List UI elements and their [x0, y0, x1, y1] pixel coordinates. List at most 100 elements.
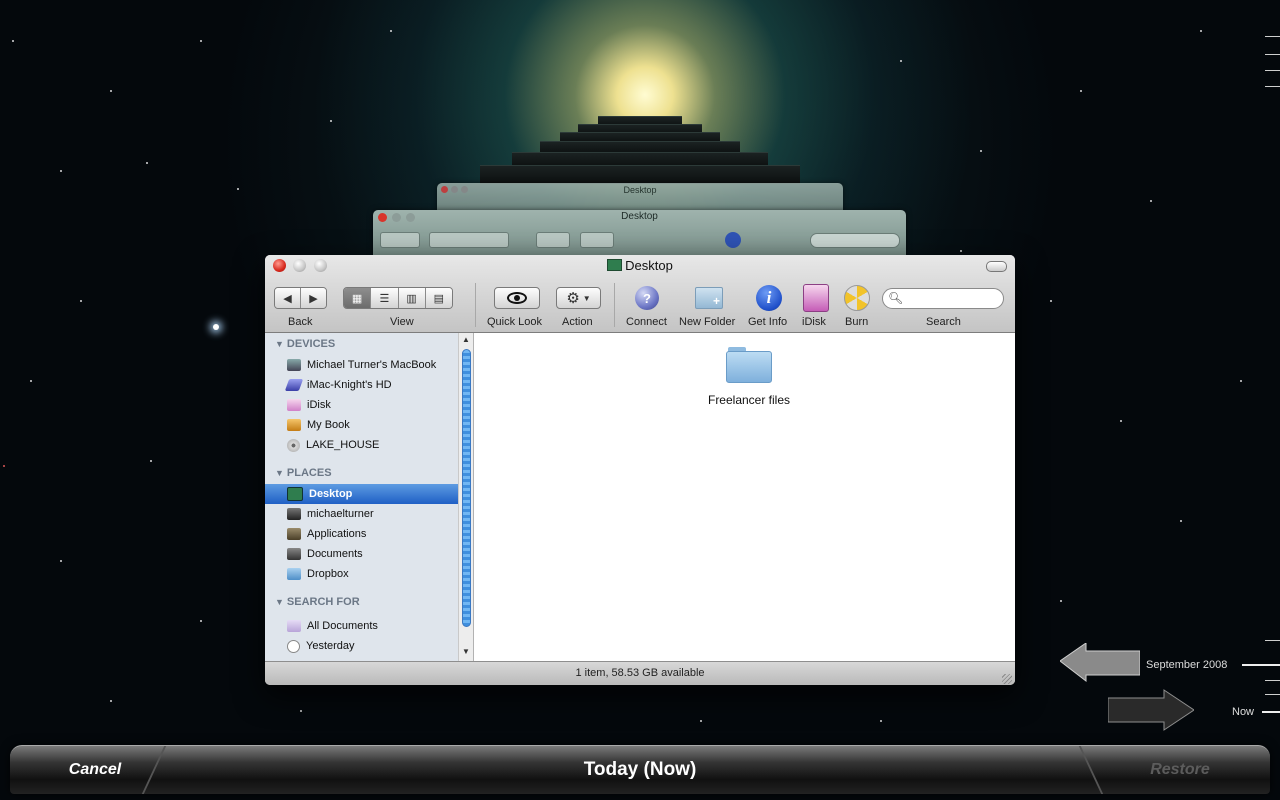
background-finder-window-far[interactable]: Desktop	[437, 183, 843, 213]
sidebar-item-documents[interactable]: Documents	[265, 544, 458, 564]
eye-icon	[507, 292, 527, 304]
search-label: Search	[926, 316, 961, 328]
folder-label: Freelancer files	[707, 393, 791, 407]
scroll-down-arrow-icon[interactable]: ▼	[462, 647, 470, 656]
window-title: Desktop	[625, 258, 673, 273]
external-drive-icon	[287, 419, 301, 431]
timeline-tick[interactable]	[1265, 54, 1280, 55]
window-title-wrap: Desktop	[265, 258, 1015, 273]
devices-header[interactable]: ▼ DEVICES	[275, 338, 335, 350]
search-for-header[interactable]: ▼ SEARCH FOR	[275, 596, 360, 608]
timeline-now-label: Now	[1232, 706, 1255, 718]
quicklook-label: Quick Look	[487, 316, 543, 328]
sidebar-item-idisk[interactable]: iDisk	[265, 395, 458, 415]
bar-separator	[1078, 746, 1104, 794]
disclosure-triangle-icon[interactable]: ▼	[275, 339, 284, 349]
clock-icon	[287, 639, 300, 653]
connect-label: Connect	[626, 316, 667, 328]
sidebar-item-imac-hd[interactable]: iMac-Knight's HD	[265, 375, 458, 395]
timeline-tick[interactable]	[1265, 70, 1280, 71]
sidebar-item-dropbox[interactable]: Dropbox	[265, 564, 458, 584]
forward-in-time-arrow-icon[interactable]	[1107, 688, 1195, 734]
back-arrow-icon[interactable]: ◀	[275, 288, 301, 308]
sidebar-item-desktop[interactable]: Desktop	[265, 484, 458, 504]
chevron-down-icon: ▼	[582, 293, 591, 303]
smart-folder-icon	[287, 620, 301, 632]
timeline-tick-current[interactable]	[1242, 664, 1280, 666]
finder-content-area[interactable]: Freelancer files	[474, 333, 1015, 661]
timeline-tick[interactable]	[1265, 640, 1280, 641]
home-icon	[287, 508, 301, 520]
action-button[interactable]: ⚙ ▼	[556, 287, 601, 309]
bright-star	[213, 324, 219, 330]
idisk-toolbar-icon[interactable]	[802, 284, 830, 312]
drive-icon	[284, 379, 304, 391]
sidebar-item-home[interactable]: michaelturner	[265, 504, 458, 524]
sidebar-item-all-documents[interactable]: All Documents	[265, 616, 458, 636]
timeline-tick[interactable]	[1265, 86, 1280, 87]
quicklook-button[interactable]	[494, 287, 540, 309]
finder-window[interactable]: Desktop ◀ ▶ Back ▦ ☰ ▥ ▤ View Quick Look…	[265, 255, 1015, 685]
coverflow-view-icon[interactable]: ▤	[425, 288, 452, 308]
places-header[interactable]: ▼ PLACES	[275, 467, 332, 479]
gear-icon: ⚙	[566, 290, 580, 307]
search-field[interactable]: 🔍︎	[882, 288, 1004, 309]
finder-toolbar: Desktop ◀ ▶ Back ▦ ☰ ▥ ▤ View Quick Look…	[265, 255, 1015, 333]
today-now-label: Today (Now)	[583, 759, 697, 780]
timeline-tick[interactable]	[1265, 694, 1280, 695]
restore-button[interactable]: Restore	[1110, 746, 1250, 794]
laptop-icon	[287, 359, 301, 371]
sidebar-scrollbar[interactable]: ▲ ▼	[458, 333, 473, 661]
sidebar-item-lake-house[interactable]: LAKE_HOUSE	[265, 435, 458, 455]
scroll-up-arrow-icon[interactable]: ▲	[462, 335, 470, 344]
connect-icon[interactable]: ?	[633, 284, 661, 312]
timeline-date-label: September 2008	[1146, 659, 1228, 671]
dropbox-folder-icon	[287, 568, 301, 580]
back-in-time-arrow-icon[interactable]	[1059, 642, 1141, 683]
disclosure-triangle-icon[interactable]: ▼	[275, 468, 284, 478]
timeline-tick[interactable]	[1265, 36, 1280, 37]
scroll-thumb[interactable]	[462, 349, 471, 627]
list-view-icon[interactable]: ☰	[371, 288, 399, 308]
burn-icon[interactable]	[843, 284, 871, 312]
status-bar: 1 item, 58.53 GB available	[265, 661, 1015, 685]
info-icon[interactable]: i	[755, 284, 783, 312]
toolbar-toggle-button[interactable]	[986, 261, 1007, 272]
folder-item-freelancer-files[interactable]: Freelancer files	[694, 347, 804, 407]
time-machine-bar: Cancel Today (Now) Restore	[10, 745, 1270, 794]
action-label: Action	[562, 316, 593, 328]
get-info-label: Get Info	[748, 316, 788, 328]
background-finder-window-near[interactable]: Desktop	[373, 210, 906, 255]
applications-icon	[287, 528, 301, 540]
new-folder-icon[interactable]: +	[695, 284, 723, 312]
timeline-tick[interactable]	[1265, 680, 1280, 681]
idisk-icon	[287, 399, 301, 411]
resize-grip-icon[interactable]	[1002, 674, 1012, 684]
idisk-label: iDisk	[802, 316, 826, 328]
documents-icon	[287, 548, 301, 560]
view-label: View	[390, 316, 414, 328]
search-icon: 🔍︎	[888, 291, 904, 305]
background-window-title: Desktop	[623, 185, 657, 195]
disclosure-triangle-icon[interactable]: ▼	[275, 597, 284, 607]
cancel-button[interactable]: Cancel	[40, 746, 150, 794]
sidebar-item-macbook[interactable]: Michael Turner's MacBook	[265, 355, 458, 375]
desktop-icon	[287, 487, 303, 501]
sidebar-item-applications[interactable]: Applications	[265, 524, 458, 544]
sidebar-item-my-book[interactable]: My Book	[265, 415, 458, 435]
back-label: Back	[288, 316, 313, 328]
disc-icon	[287, 438, 300, 452]
timeline-tick-now[interactable]	[1262, 711, 1280, 713]
new-folder-label: New Folder	[679, 316, 736, 328]
view-mode-control[interactable]: ▦ ☰ ▥ ▤	[343, 287, 453, 309]
desktop-title-icon	[607, 259, 623, 271]
toolbar-separator	[475, 283, 476, 327]
sidebar-item-yesterday[interactable]: Yesterday	[265, 636, 458, 656]
back-forward-control[interactable]: ◀ ▶	[274, 287, 327, 309]
forward-arrow-icon[interactable]: ▶	[301, 288, 326, 308]
burn-label: Burn	[845, 316, 869, 328]
toolbar-separator	[614, 283, 615, 327]
status-text: 1 item, 58.53 GB available	[575, 667, 705, 679]
icon-view-icon[interactable]: ▦	[344, 288, 372, 308]
column-view-icon[interactable]: ▥	[398, 288, 426, 308]
